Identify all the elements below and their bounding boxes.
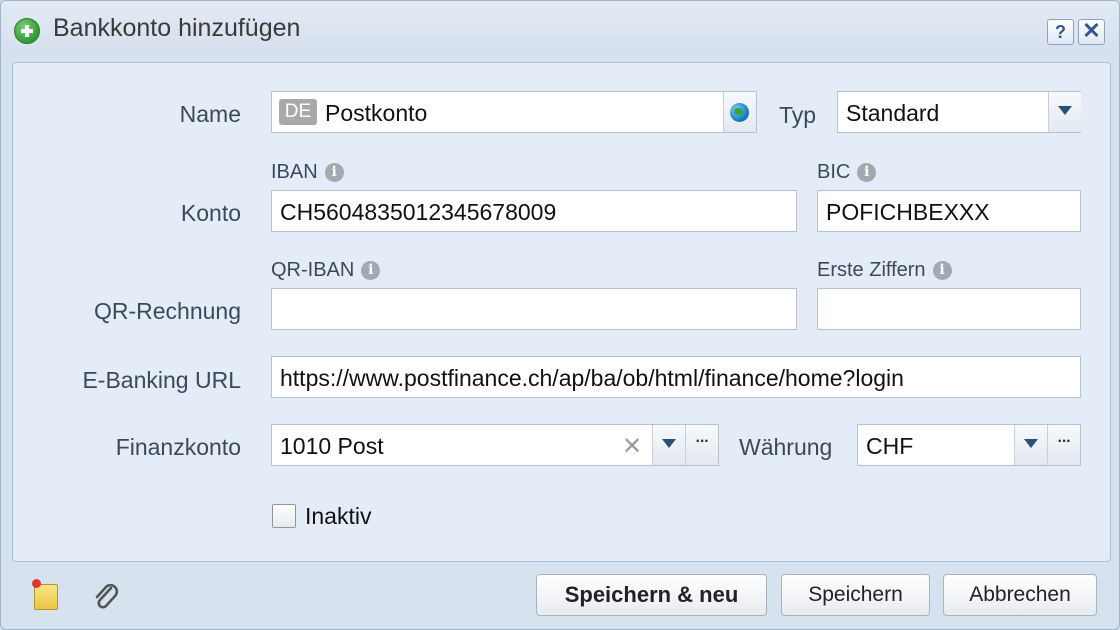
waehrung-label: Währung bbox=[739, 434, 833, 460]
typ-value: Standard bbox=[846, 100, 940, 126]
waehrung-dropdown-button[interactable] bbox=[1014, 425, 1047, 465]
waehrung-more-button[interactable]: ··· bbox=[1047, 425, 1080, 465]
ebanking-url-value: https://www.postfinance.ch/ap/ba/ob/html… bbox=[280, 365, 904, 391]
help-button[interactable]: ? bbox=[1047, 19, 1074, 45]
ebanking-url-label: E-Banking URL bbox=[82, 367, 241, 393]
typ-label: Typ bbox=[779, 102, 817, 128]
ebanking-url-input[interactable]: https://www.postfinance.ch/ap/ba/ob/html… bbox=[271, 356, 1081, 398]
name-label: Name bbox=[179, 101, 241, 127]
info-icon[interactable]: i bbox=[857, 163, 877, 183]
qr-iban-input[interactable] bbox=[271, 288, 797, 330]
info-icon[interactable]: i bbox=[361, 261, 381, 281]
dialog-title: Bankkonto hinzufügen bbox=[53, 14, 301, 42]
qr-rechnung-label: QR-Rechnung bbox=[93, 298, 241, 324]
paperclip-icon[interactable] bbox=[91, 581, 121, 613]
translations-button[interactable] bbox=[723, 92, 756, 132]
globe-icon bbox=[730, 103, 749, 122]
finanzkonto-dropdown-button[interactable] bbox=[652, 425, 685, 465]
waehrung-value: CHF bbox=[866, 433, 914, 459]
inaktiv-checkbox[interactable] bbox=[272, 504, 296, 528]
konto-label: Konto bbox=[180, 200, 241, 226]
chevron-down-icon bbox=[662, 439, 676, 448]
name-field[interactable]: DE Postkonto bbox=[271, 91, 757, 133]
cancel-button[interactable]: Abbrechen bbox=[943, 574, 1097, 616]
erste-ziffern-input[interactable] bbox=[817, 288, 1081, 330]
inaktiv-label[interactable]: Inaktiv bbox=[305, 503, 371, 530]
qr-iban-label: QR-IBAN i bbox=[271, 259, 381, 282]
bic-input[interactable]: POFICHBEXXX bbox=[817, 190, 1081, 232]
save-and-new-button[interactable]: Speichern & neu bbox=[536, 574, 767, 616]
save-button[interactable]: Speichern bbox=[781, 574, 930, 616]
waehrung-combobox[interactable]: CHF ··· bbox=[857, 424, 1081, 466]
finanzkonto-combobox[interactable]: 1010 Post ✕ ··· bbox=[271, 424, 719, 466]
language-badge[interactable]: DE bbox=[279, 99, 317, 125]
finanzkonto-more-button[interactable]: ··· bbox=[685, 425, 718, 465]
name-value: Postkonto bbox=[325, 100, 428, 126]
add-icon bbox=[14, 18, 40, 44]
bic-label: BIC i bbox=[817, 161, 877, 184]
iban-input[interactable]: CH5604835012345678009 bbox=[271, 190, 797, 232]
info-icon[interactable]: i bbox=[932, 261, 952, 281]
finanzkonto-value: 1010 Post bbox=[280, 433, 384, 459]
clear-icon[interactable]: ✕ bbox=[622, 432, 642, 461]
add-bank-account-dialog: Bankkonto hinzufügen ? ✕ Name DE Postkon… bbox=[0, 0, 1120, 630]
bic-value: POFICHBEXXX bbox=[826, 199, 990, 225]
typ-dropdown-button[interactable] bbox=[1048, 92, 1081, 132]
title-bar: Bankkonto hinzufügen ? ✕ bbox=[1, 1, 1119, 57]
info-icon[interactable]: i bbox=[324, 163, 344, 183]
chevron-down-icon bbox=[1058, 106, 1072, 115]
chevron-down-icon bbox=[1024, 439, 1038, 448]
iban-value: CH5604835012345678009 bbox=[280, 199, 557, 225]
typ-select[interactable]: Standard bbox=[837, 91, 1081, 133]
erste-ziffern-label: Erste Ziffern i bbox=[817, 259, 952, 282]
iban-label: IBAN i bbox=[271, 161, 344, 184]
note-icon[interactable] bbox=[32, 579, 58, 610]
close-button[interactable]: ✕ bbox=[1078, 19, 1105, 45]
finanzkonto-label: Finanzkonto bbox=[115, 434, 241, 460]
